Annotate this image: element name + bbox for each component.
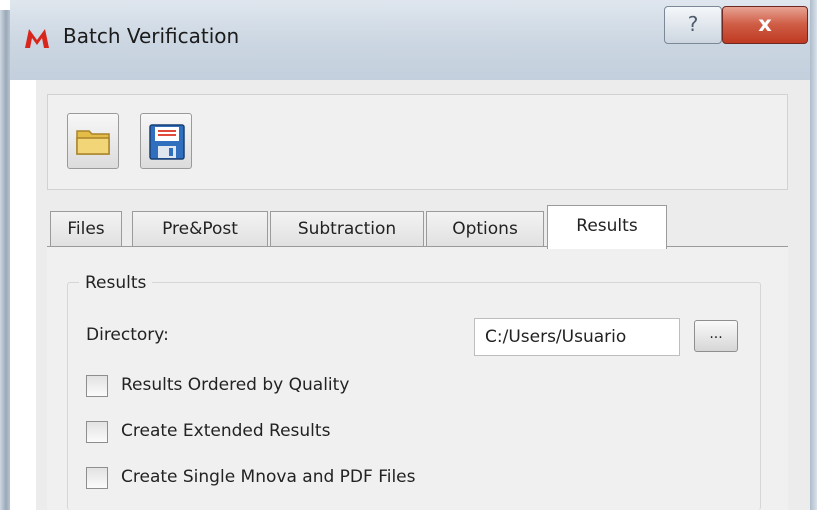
open-folder-button[interactable] bbox=[67, 113, 119, 169]
create-single-mnova-pdf-label: Create Single Mnova and PDF Files bbox=[121, 467, 416, 487]
help-button[interactable]: ? bbox=[664, 6, 722, 44]
directory-label: Directory: bbox=[86, 325, 169, 345]
floppy-disk-icon bbox=[149, 124, 185, 160]
tab-files[interactable]: Files bbox=[50, 211, 122, 247]
window-title: Batch Verification bbox=[63, 24, 240, 48]
results-ordered-by-quality-label: Results Ordered by Quality bbox=[121, 375, 350, 395]
tab-subtraction[interactable]: Subtraction bbox=[270, 211, 424, 247]
create-single-mnova-pdf-checkbox[interactable] bbox=[86, 467, 108, 489]
app-logo-icon bbox=[24, 27, 50, 49]
save-button[interactable] bbox=[140, 113, 192, 169]
folder-icon bbox=[76, 130, 110, 155]
browse-directory-button[interactable]: ... bbox=[694, 320, 738, 352]
window-frame-right bbox=[810, 0, 817, 510]
tab-options[interactable]: Options bbox=[426, 211, 544, 247]
tab-pre-post[interactable]: Pre&Post bbox=[132, 211, 268, 247]
results-group-title: Results bbox=[79, 273, 153, 293]
create-extended-results-checkbox[interactable] bbox=[86, 421, 108, 443]
results-ordered-by-quality-checkbox[interactable] bbox=[86, 375, 108, 397]
tab-results[interactable]: Results bbox=[547, 205, 667, 249]
close-button[interactable]: x bbox=[722, 6, 808, 44]
create-extended-results-label: Create Extended Results bbox=[121, 421, 331, 441]
window-frame-left bbox=[0, 10, 10, 510]
directory-input[interactable] bbox=[474, 318, 680, 356]
